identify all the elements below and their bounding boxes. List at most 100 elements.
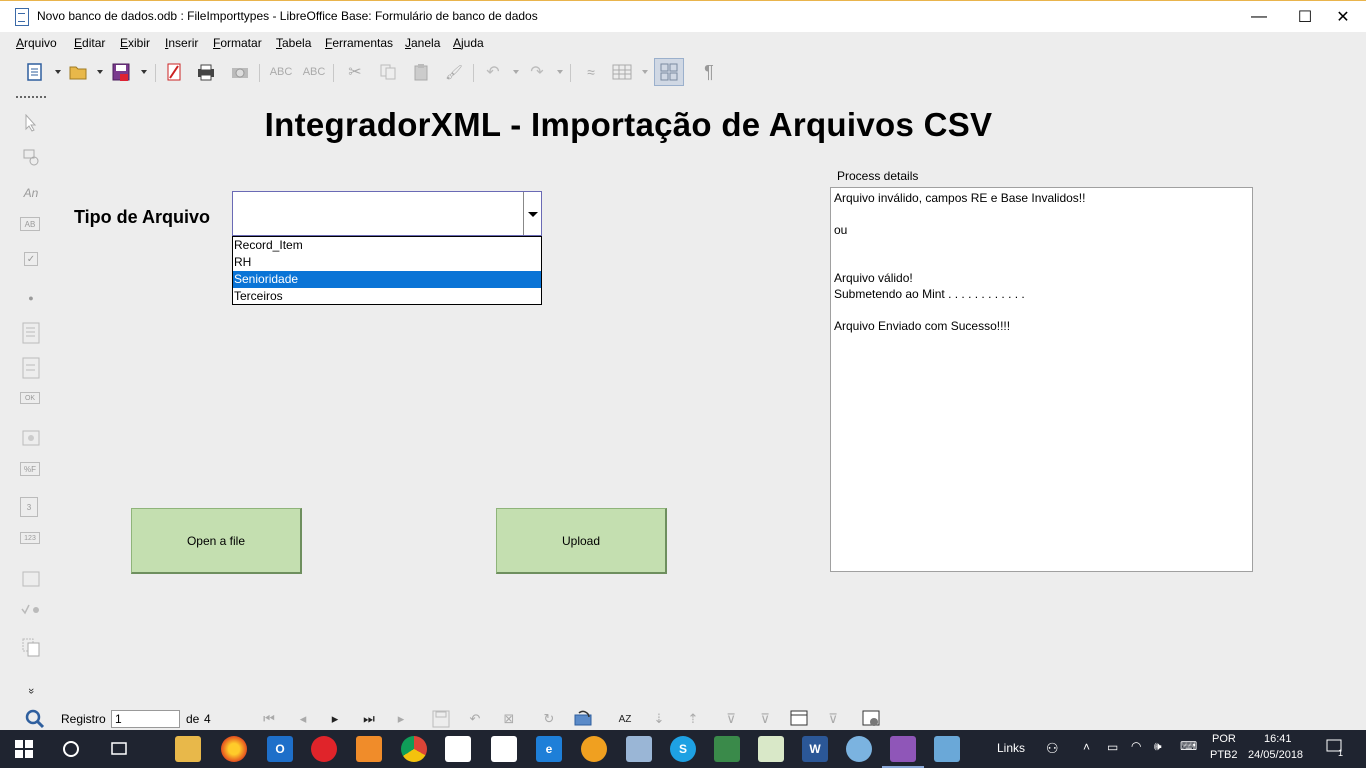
paste-icon[interactable] <box>410 61 432 83</box>
option-rh[interactable]: RH <box>233 254 541 271</box>
screenshot-tool-icon[interactable] <box>626 736 652 762</box>
outlook-icon[interactable]: O <box>267 736 293 762</box>
next-record-icon[interactable]: ▸ <box>324 708 346 730</box>
combo-box-icon[interactable] <box>20 357 42 379</box>
keyboard-layout[interactable]: PTB2 <box>1210 749 1238 761</box>
menu-formatar[interactable]: Formatar <box>213 36 262 50</box>
list-box-icon[interactable] <box>20 322 42 344</box>
menu-inserir[interactable]: Inserir <box>165 36 198 50</box>
language-code[interactable]: POR <box>1212 733 1236 745</box>
redo-icon[interactable]: ↷ <box>526 61 548 83</box>
word-icon[interactable]: W <box>802 736 828 762</box>
form-based-filter-icon[interactable] <box>788 708 810 730</box>
cortana-search-icon[interactable] <box>58 736 84 762</box>
record-number-input[interactable]: 1 <box>111 710 180 728</box>
delete-record-icon[interactable]: ⊠ <box>498 708 520 730</box>
new-record-icon[interactable]: ▸ <box>390 708 412 730</box>
links-toolbar[interactable]: Links <box>997 741 1025 755</box>
table-dropdown-icon[interactable] <box>642 70 648 74</box>
image-button-icon[interactable] <box>20 427 42 449</box>
menu-ferramentas[interactable]: Ferramentas <box>325 36 393 50</box>
sort-icon[interactable]: AZ <box>614 708 636 730</box>
open-folder-icon[interactable] <box>67 61 89 83</box>
open-file-button[interactable]: Open a file <box>131 508 302 574</box>
media-player-icon[interactable] <box>356 736 382 762</box>
reset-filter-icon[interactable]: ⊽ <box>822 708 844 730</box>
spellcheck-icon[interactable]: ABC <box>270 61 293 83</box>
form-design-icon[interactable] <box>20 147 42 169</box>
menu-exibir[interactable]: Exibir <box>120 36 150 50</box>
check-box-icon[interactable]: ✓ <box>24 252 38 266</box>
more-controls-icon[interactable] <box>20 636 42 658</box>
store-icon[interactable] <box>445 736 471 762</box>
print-icon[interactable] <box>195 61 217 83</box>
text-box-icon[interactable]: AB <box>20 217 40 231</box>
previous-record-icon[interactable]: ◂ <box>292 708 314 730</box>
save-icon[interactable] <box>110 61 132 83</box>
file-explorer-icon[interactable] <box>175 736 201 762</box>
libreoffice-base-taskbar-icon[interactable] <box>890 736 916 762</box>
option-button-icon[interactable]: ● <box>20 287 42 309</box>
thunderbird-icon[interactable] <box>581 736 607 762</box>
mail-icon[interactable] <box>491 736 517 762</box>
hyperlink-icon[interactable]: ≈ <box>580 61 602 83</box>
expand-toolbar-icon[interactable]: » <box>20 680 42 702</box>
push-button-icon[interactable]: OK <box>20 392 40 404</box>
new-document-icon[interactable] <box>24 61 46 83</box>
sort-ascending-icon[interactable]: ⇣ <box>648 708 670 730</box>
cut-icon[interactable]: ✂ <box>344 61 366 83</box>
sort-descending-icon[interactable]: ⇡ <box>682 708 704 730</box>
calc-icon[interactable] <box>758 736 784 762</box>
new-dropdown-icon[interactable] <box>55 70 61 74</box>
copy-icon[interactable] <box>377 61 399 83</box>
minimize-button[interactable]: — <box>1236 1 1282 33</box>
save-record-icon[interactable] <box>430 708 452 730</box>
menu-tabela[interactable]: Tabela <box>276 36 311 50</box>
keyboard-icon[interactable]: ⌨ <box>1180 739 1197 753</box>
refresh-icon[interactable]: ↻ <box>538 708 560 730</box>
formatting-marks-icon[interactable]: ¶ <box>698 61 720 83</box>
firefox-icon[interactable] <box>221 736 247 762</box>
chrome-icon[interactable] <box>401 736 427 762</box>
dropdown-arrow-icon[interactable] <box>523 192 541 235</box>
video-editor-icon[interactable] <box>714 736 740 762</box>
menu-editar[interactable]: Editar <box>74 36 105 50</box>
process-details-textarea[interactable]: Arquivo inválido, campos RE e Base Inval… <box>830 187 1253 572</box>
tipo-arquivo-combobox[interactable] <box>232 191 542 236</box>
table-icon[interactable] <box>611 61 633 83</box>
option-record-item[interactable]: Record_Item <box>233 237 541 254</box>
clone-formatting-icon[interactable]: 🖌 <box>443 61 465 83</box>
autofilter-icon[interactable]: ⊽ <box>720 708 742 730</box>
undo-icon[interactable]: ↶ <box>482 61 504 83</box>
redo-dropdown-icon[interactable] <box>557 70 563 74</box>
windows-start-icon[interactable] <box>11 736 37 762</box>
battery-icon[interactable]: ▭ <box>1107 740 1118 754</box>
date-field-icon[interactable]: 3 <box>20 497 38 517</box>
undo-record-icon[interactable]: ↶ <box>464 708 486 730</box>
task-view-icon[interactable] <box>106 736 132 762</box>
opera-icon[interactable] <box>311 736 337 762</box>
edge-icon[interactable]: e <box>536 736 562 762</box>
export-pdf-icon[interactable] <box>163 61 185 83</box>
close-button[interactable]: ✕ <box>1320 1 1366 33</box>
table-control-icon[interactable] <box>20 567 42 589</box>
label-field-icon[interactable]: An <box>20 182 42 204</box>
print-preview-icon[interactable] <box>229 61 251 83</box>
clock-time[interactable]: 16:41 <box>1264 733 1292 745</box>
auto-spellcheck-icon[interactable]: ABC <box>303 61 326 83</box>
option-senioridade[interactable]: Senioridade <box>233 271 541 288</box>
paint-icon[interactable] <box>846 736 872 762</box>
skype-icon[interactable]: S <box>670 736 696 762</box>
apply-filter-icon[interactable]: ⊽ <box>754 708 776 730</box>
find-record-icon[interactable] <box>24 708 46 730</box>
volume-icon[interactable]: 🕪 <box>1154 739 1162 754</box>
open-dropdown-icon[interactable] <box>97 70 103 74</box>
formatted-field-icon[interactable]: %F <box>20 462 40 476</box>
last-record-icon[interactable]: ⏭ <box>358 708 380 730</box>
upload-button[interactable]: Upload <box>496 508 667 574</box>
notes-app-icon[interactable] <box>934 736 960 762</box>
toolbar-gripper[interactable] <box>16 96 46 99</box>
option-terceiros[interactable]: Terceiros <box>233 288 541 305</box>
refresh-control-icon[interactable] <box>572 708 594 730</box>
menu-ajuda[interactable]: Ajuda <box>453 36 484 50</box>
